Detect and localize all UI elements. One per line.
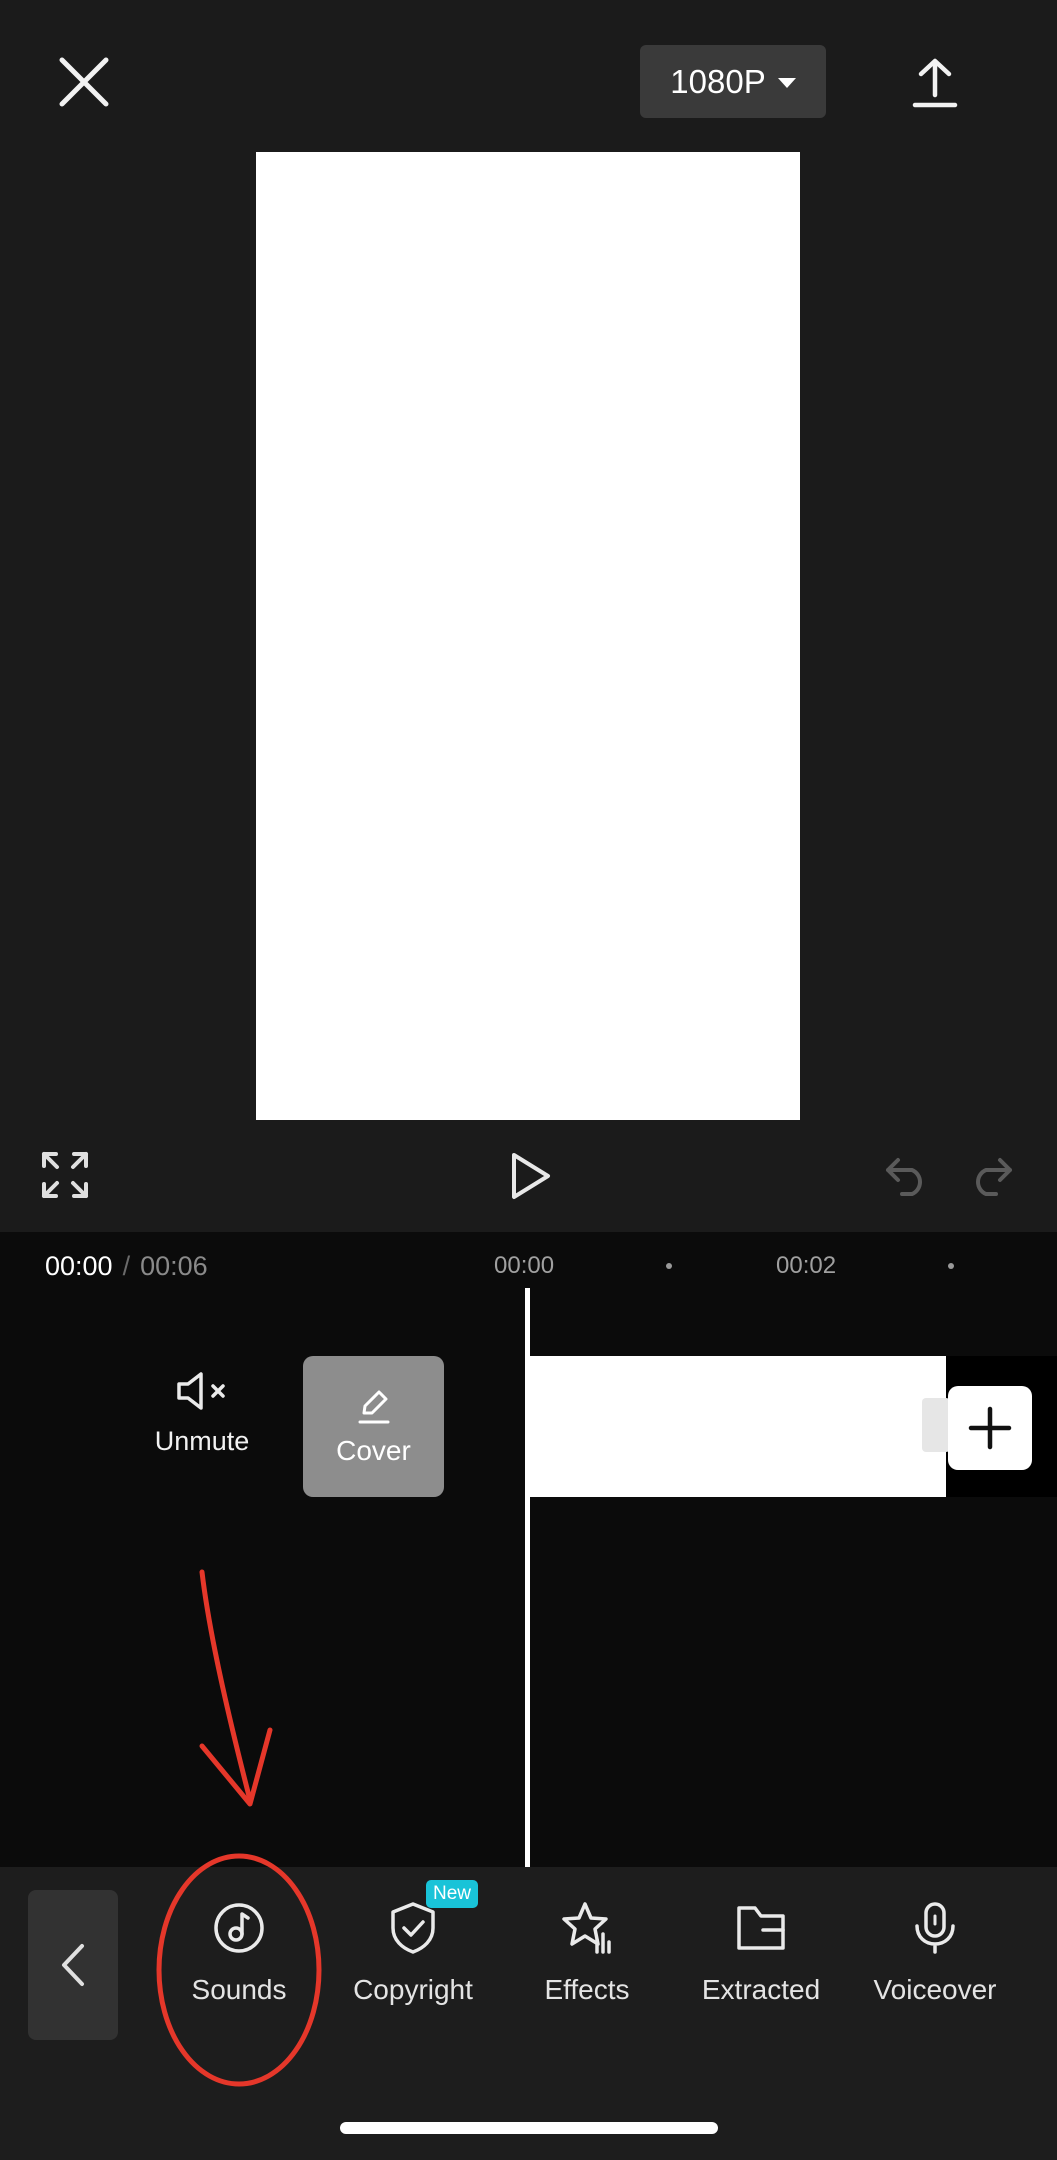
- time-separator: /: [122, 1251, 131, 1281]
- video-clip[interactable]: [530, 1356, 946, 1497]
- upload-icon: [912, 58, 958, 108]
- playhead[interactable]: [525, 1288, 530, 1868]
- shield-check-icon: [391, 1902, 435, 1954]
- redo-icon: [976, 1158, 1012, 1196]
- toolbar-item-sounds[interactable]: Sounds: [154, 1900, 324, 2030]
- add-clip-button[interactable]: [948, 1386, 1032, 1470]
- ruler-label-0: 00:00: [494, 1252, 555, 1279]
- unmute-button[interactable]: Unmute: [132, 1370, 272, 1480]
- toolbar-item-effects[interactable]: Effects: [502, 1900, 672, 2030]
- plus-icon: [968, 1406, 1012, 1450]
- current-time: 00:00: [45, 1251, 113, 1281]
- play-button[interactable]: [505, 1150, 555, 1202]
- toolbar-item-voiceover[interactable]: Voiceover: [850, 1900, 1020, 2030]
- fullscreen-icon: [42, 1152, 88, 1198]
- chevron-left-icon: [62, 1944, 84, 1986]
- caret-down-icon: [777, 77, 796, 88]
- toolbar-item-copyright[interactable]: Copyright: [328, 1900, 498, 2030]
- toolbar-label-sounds: Sounds: [191, 1974, 287, 2005]
- undo-button[interactable]: [884, 1154, 930, 1196]
- cover-label: Cover: [336, 1434, 411, 1466]
- toolbar-label-effects: Effects: [544, 1974, 630, 2005]
- fullscreen-button[interactable]: [40, 1150, 90, 1200]
- home-indicator[interactable]: [340, 2122, 718, 2134]
- undo-icon: [886, 1158, 922, 1196]
- total-time: 00:06: [140, 1251, 208, 1281]
- toolbar-label-voiceover: Voiceover: [873, 1974, 997, 2005]
- close-icon: [59, 57, 109, 107]
- cover-button[interactable]: Cover: [303, 1356, 444, 1497]
- star-effects-icon: [562, 1902, 611, 1954]
- new-badge: New: [426, 1880, 478, 1908]
- toolbar-item-extracted[interactable]: Extracted: [676, 1900, 846, 2030]
- speaker-muted-icon: [177, 1372, 225, 1410]
- toolbar-label-extracted: Extracted: [701, 1974, 821, 2005]
- clip-trim-handle[interactable]: [922, 1398, 950, 1452]
- unmute-label: Unmute: [154, 1426, 250, 1456]
- video-preview[interactable]: [256, 152, 800, 1120]
- toolbar-label-copyright: Copyright: [353, 1974, 473, 2005]
- redo-button[interactable]: [968, 1154, 1014, 1196]
- resolution-label: 1080P: [670, 62, 766, 100]
- ruler-label-2: 00:02: [776, 1252, 837, 1279]
- edit-pencil-icon: [358, 1390, 389, 1423]
- play-icon: [512, 1153, 550, 1199]
- ruler-dot: [666, 1263, 672, 1269]
- back-button[interactable]: [28, 1890, 118, 2040]
- folder-icon: [737, 1906, 785, 1950]
- export-button[interactable]: [900, 48, 970, 118]
- music-note-circle-icon: [214, 1903, 264, 1953]
- microphone-icon: [915, 1902, 955, 1954]
- time-display: 00:00 / 00:06: [45, 1246, 208, 1286]
- resolution-dropdown[interactable]: 1080P: [640, 45, 826, 118]
- close-button[interactable]: [48, 46, 120, 118]
- ruler-dot: [948, 1263, 954, 1269]
